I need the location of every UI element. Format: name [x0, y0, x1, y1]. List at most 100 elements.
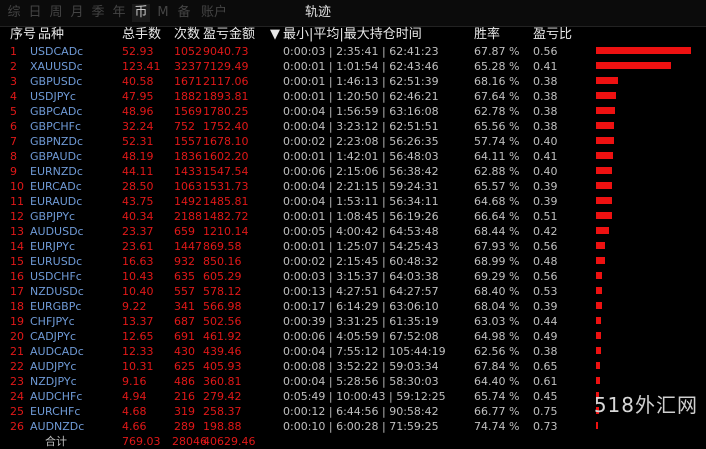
row-win-rate: 65.56 % — [474, 120, 520, 133]
row-profit: 2117.06 — [203, 75, 249, 88]
table-row[interactable]: 14 EURJPYc 23.61 1447 869.58 0:00:01 | 1:25:0… — [0, 239, 706, 254]
profit-bar — [596, 287, 602, 294]
header-holding-time[interactable]: 最小|平均|最大持仓时间 — [283, 26, 422, 43]
row-symbol: EURJPYc — [30, 240, 76, 253]
header-profit[interactable]: 盈亏金额 — [203, 26, 255, 43]
row-index: 6 — [10, 120, 17, 133]
header-win-rate[interactable]: 胜率 — [474, 26, 500, 43]
tab-trajectory[interactable]: 轨迹 — [298, 4, 338, 22]
row-total-lots: 16.63 — [122, 255, 154, 268]
row-symbol: AUDNZDc — [30, 420, 85, 433]
header-total-lots[interactable]: 总手数 — [122, 26, 161, 43]
table-row[interactable]: 1 USDCADc 52.93 1052 9040.73 0:00:03 | 2:35:4… — [0, 44, 706, 59]
header-index[interactable]: 序号 — [10, 26, 36, 43]
table-row[interactable]: 4 USDJPYc 47.95 1882 1893.81 0:00:01 | 1:20:5… — [0, 89, 706, 104]
profit-bar — [596, 317, 601, 324]
row-holding-time: 0:00:04 | 1:53:11 | 56:34:11 — [283, 195, 439, 208]
row-win-rate: 67.84 % — [474, 360, 520, 373]
table-row[interactable]: 22 AUDJPYc 10.31 625 405.93 0:00:08 | 3:52:22… — [0, 359, 706, 374]
table-row[interactable]: 7 GBPNZDc 52.31 1557 1678.10 0:00:02 | 2:23:0… — [0, 134, 706, 149]
table-row[interactable]: 8 GBPAUDc 48.19 1836 1602.20 0:00:01 | 1:42:0… — [0, 149, 706, 164]
header-count[interactable]: 次数 — [174, 26, 200, 43]
table-row[interactable]: 13 AUDUSDc 23.37 659 1210.14 0:00:05 | 4:00:4… — [0, 224, 706, 239]
table-row[interactable]: 20 CADJPYc 12.65 691 461.92 0:00:06 | 4:05:59… — [0, 329, 706, 344]
row-win-rate: 62.56 % — [474, 345, 520, 358]
table-row[interactable]: 3 GBPUSDc 40.58 1671 2117.06 0:00:01 | 1:46:1… — [0, 74, 706, 89]
row-symbol: GBPAUDc — [30, 150, 83, 163]
table-row[interactable]: 21 AUDCADc 12.33 430 439.46 0:00:04 | 7:55:12… — [0, 344, 706, 359]
row-pl-ratio: 0.41 — [533, 60, 558, 73]
table-row[interactable]: 9 EURNZDc 44.11 1433 1547.54 0:00:06 | 2:15:0… — [0, 164, 706, 179]
row-symbol: CADJPYc — [30, 330, 77, 343]
total-profit: 40629.46 — [203, 435, 256, 448]
row-pl-ratio: 0.38 — [533, 105, 558, 118]
watermark-text: 外汇网 — [635, 393, 698, 417]
tab-account[interactable]: 账户 — [197, 4, 231, 22]
header-symbol[interactable]: 品种 — [38, 26, 64, 43]
row-profit: 566.98 — [203, 300, 242, 313]
table-row[interactable]: 12 GBPJPYc 40.34 2188 1482.72 0:00:01 | 1:08:… — [0, 209, 706, 224]
row-profit: 1482.72 — [203, 210, 249, 223]
table-row[interactable]: 6 GBPCHFc 32.24 752 1752.40 0:00:04 | 3:23:12… — [0, 119, 706, 134]
row-total-lots: 48.96 — [122, 105, 154, 118]
row-index: 1 — [10, 45, 17, 58]
row-profit: 1547.54 — [203, 165, 249, 178]
row-pl-ratio: 0.38 — [533, 90, 558, 103]
row-holding-time: 0:00:04 | 5:28:56 | 58:30:03 — [283, 375, 439, 388]
row-pl-ratio: 0.38 — [533, 120, 558, 133]
tab-m[interactable]: M — [155, 4, 171, 22]
row-pl-ratio: 0.39 — [533, 300, 558, 313]
profit-bar — [596, 422, 598, 429]
row-total-lots: 40.34 — [122, 210, 154, 223]
row-count: 1052 — [174, 45, 202, 58]
row-holding-time: 0:00:39 | 3:31:25 | 61:35:19 — [283, 315, 439, 328]
table-row[interactable]: 23 NZDJPYc 9.16 486 360.81 0:00:04 | 5:28:56 … — [0, 374, 706, 389]
row-total-lots: 52.93 — [122, 45, 154, 58]
table-row[interactable]: 10 EURCADc 28.50 1063 1531.73 0:00:04 | 2:21:… — [0, 179, 706, 194]
row-win-rate: 67.64 % — [474, 90, 520, 103]
tab-daily[interactable]: 日 — [27, 4, 43, 22]
tab-weekly[interactable]: 周 — [48, 4, 64, 22]
profit-bar — [596, 182, 612, 189]
tab-notes[interactable]: 备 — [176, 4, 192, 22]
profit-bar — [596, 62, 671, 69]
tab-currency[interactable]: 币 — [132, 4, 150, 22]
table-row[interactable]: 18 EURGBPc 9.22 341 566.98 0:00:17 | 6:14:29 … — [0, 299, 706, 314]
table-row[interactable]: 16 USDCHFc 10.43 635 605.29 0:00:03 | 3:15:37… — [0, 269, 706, 284]
row-holding-time: 0:00:03 | 3:15:37 | 64:03:38 — [283, 270, 439, 283]
tab-yearly[interactable]: 年 — [111, 4, 127, 22]
table-row[interactable]: 15 EURUSDc 16.63 932 850.16 0:00:02 | 2:15:45… — [0, 254, 706, 269]
row-index: 3 — [10, 75, 17, 88]
header-pl-ratio[interactable]: 盈亏比 — [533, 26, 572, 43]
row-pl-ratio: 0.49 — [533, 330, 558, 343]
row-total-lots: 9.16 — [122, 375, 147, 388]
table-row[interactable]: 26 AUDNZDc 4.66 289 198.88 0:00:10 | 6:00:28 … — [0, 419, 706, 434]
table-row[interactable]: 11 EURAUDc 43.75 1492 1485.81 0:00:04 | 1:53:… — [0, 194, 706, 209]
row-index: 7 — [10, 135, 17, 148]
sort-down-icon[interactable]: ▼ — [270, 26, 280, 43]
row-holding-time: 0:00:01 | 1:01:54 | 62:43:46 — [283, 60, 439, 73]
row-total-lots: 4.68 — [122, 405, 147, 418]
row-count: 341 — [174, 300, 195, 313]
row-index: 13 — [10, 225, 24, 238]
row-count: 691 — [174, 330, 195, 343]
row-pl-ratio: 0.51 — [533, 210, 558, 223]
row-profit: 279.42 — [203, 390, 242, 403]
table-row[interactable]: 19 CHFJPYc 13.37 687 502.56 0:00:39 | 3:31:25… — [0, 314, 706, 329]
row-win-rate: 65.28 % — [474, 60, 520, 73]
row-holding-time: 0:00:17 | 6:14:29 | 63:06:10 — [283, 300, 439, 313]
tab-monthly[interactable]: 月 — [69, 4, 85, 22]
row-holding-time: 0:00:01 | 1:20:50 | 62:46:21 — [283, 90, 439, 103]
row-index: 19 — [10, 315, 24, 328]
row-pl-ratio: 0.75 — [533, 405, 558, 418]
table-row[interactable]: 2 XAUUSDc 123.41 3237 7129.49 0:00:01 | 1:01:… — [0, 59, 706, 74]
row-holding-time: 0:00:06 | 2:15:06 | 56:38:42 — [283, 165, 439, 178]
table-row[interactable]: 17 NZDUSDc 10.40 557 578.12 0:00:13 | 4:27:51… — [0, 284, 706, 299]
tab-quarterly[interactable]: 季 — [90, 4, 106, 22]
table-row[interactable]: 5 GBPCADc 48.96 1569 1780.25 0:00:04 | 1:56:5… — [0, 104, 706, 119]
row-total-lots: 23.37 — [122, 225, 154, 238]
row-symbol: NZDUSDc — [30, 285, 84, 298]
row-pl-ratio: 0.40 — [533, 135, 558, 148]
tab-summary[interactable]: 综 — [6, 4, 22, 22]
row-win-rate: 66.77 % — [474, 405, 520, 418]
